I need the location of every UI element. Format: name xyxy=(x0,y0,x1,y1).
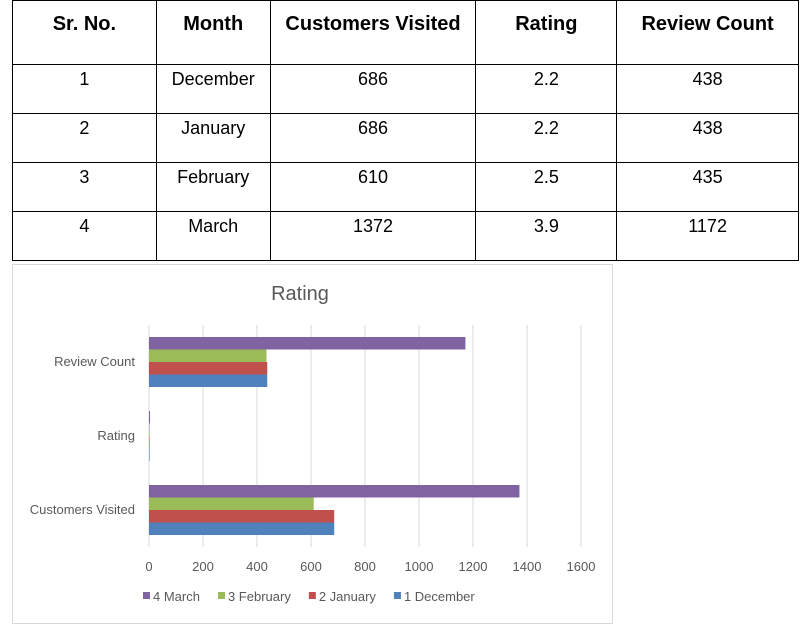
legend-swatch xyxy=(393,592,401,599)
bar xyxy=(149,362,268,375)
y-category-label: Rating xyxy=(97,428,135,443)
cell-month: December xyxy=(155,64,271,114)
cell-sr-no: 1 xyxy=(12,64,157,114)
table-row: 1 December 686 2.2 438 xyxy=(12,64,799,114)
table-row: 4 March 1372 3.9 1172 xyxy=(12,211,799,261)
cell-review-count: 435 xyxy=(616,162,799,212)
data-table: Sr. No. Month Customers Visited Rating R… xyxy=(12,0,799,261)
x-tick-label: 1200 xyxy=(459,559,488,574)
bar-chart: Rating 0 200 400 600 800 1000 1200 1400 1600 Custo… xyxy=(30,283,596,604)
header-sr-no: Sr. No. xyxy=(12,0,157,65)
cell-customers-visited: 686 xyxy=(269,64,477,114)
cell-month: January xyxy=(155,113,271,163)
cell-rating: 2.2 xyxy=(475,64,618,114)
legend-label: 1 December xyxy=(404,589,475,604)
bar xyxy=(149,374,268,387)
cell-review-count: 438 xyxy=(616,64,799,114)
bar xyxy=(149,510,335,523)
cell-customers-visited: 686 xyxy=(269,113,477,163)
chart-title: Rating xyxy=(271,283,329,305)
legend-label: 2 January xyxy=(319,589,377,604)
table-row: 2 January 686 2.2 438 xyxy=(12,113,799,163)
header-month: Month xyxy=(155,0,271,65)
y-category-label: Customers Visited xyxy=(30,502,135,517)
x-tick-label: 400 xyxy=(246,559,268,574)
legend-label: 3 February xyxy=(228,589,291,604)
table-row: 3 February 610 2.5 435 xyxy=(12,162,799,212)
cell-month: February xyxy=(155,162,271,212)
x-tick-label: 200 xyxy=(192,559,214,574)
x-tick-label: 1400 xyxy=(513,559,542,574)
legend-swatch xyxy=(217,592,225,599)
bar xyxy=(149,448,150,461)
x-tick-label: 1600 xyxy=(567,559,596,574)
legend-label: 4 March xyxy=(153,589,200,604)
header-rating: Rating xyxy=(475,0,618,65)
bar xyxy=(149,337,466,350)
bar xyxy=(149,497,314,510)
cell-month: March xyxy=(155,211,271,261)
cell-customers-visited: 1372 xyxy=(269,211,477,261)
x-tick-label: 600 xyxy=(300,559,322,574)
cell-rating: 3.9 xyxy=(475,211,618,261)
header-customers-visited: Customers Visited xyxy=(269,0,477,65)
y-category-label: Review Count xyxy=(54,354,135,369)
cell-review-count: 1172 xyxy=(616,211,799,261)
legend-swatch xyxy=(308,592,316,599)
header-review-count: Review Count xyxy=(616,0,799,65)
table-header-row: Sr. No. Month Customers Visited Rating R… xyxy=(12,0,799,65)
cell-customers-visited: 610 xyxy=(269,162,477,212)
bar xyxy=(149,485,520,498)
x-tick-label: 800 xyxy=(354,559,376,574)
bar xyxy=(149,411,151,424)
cell-sr-no: 4 xyxy=(12,211,157,261)
cell-review-count: 438 xyxy=(616,113,799,163)
cell-sr-no: 2 xyxy=(12,113,157,163)
legend-swatch xyxy=(143,592,150,599)
bar xyxy=(149,522,335,535)
bar xyxy=(149,349,267,362)
x-tick-label: 1000 xyxy=(405,559,434,574)
cell-rating: 2.2 xyxy=(475,113,618,163)
bar xyxy=(149,423,150,436)
chart-area: Rating 0 200 400 600 800 1000 1200 1400 1600 Custo… xyxy=(12,264,613,624)
x-tick-label: 0 xyxy=(145,559,152,574)
bar xyxy=(149,436,150,449)
cell-sr-no: 3 xyxy=(12,162,157,212)
cell-rating: 2.5 xyxy=(475,162,618,212)
